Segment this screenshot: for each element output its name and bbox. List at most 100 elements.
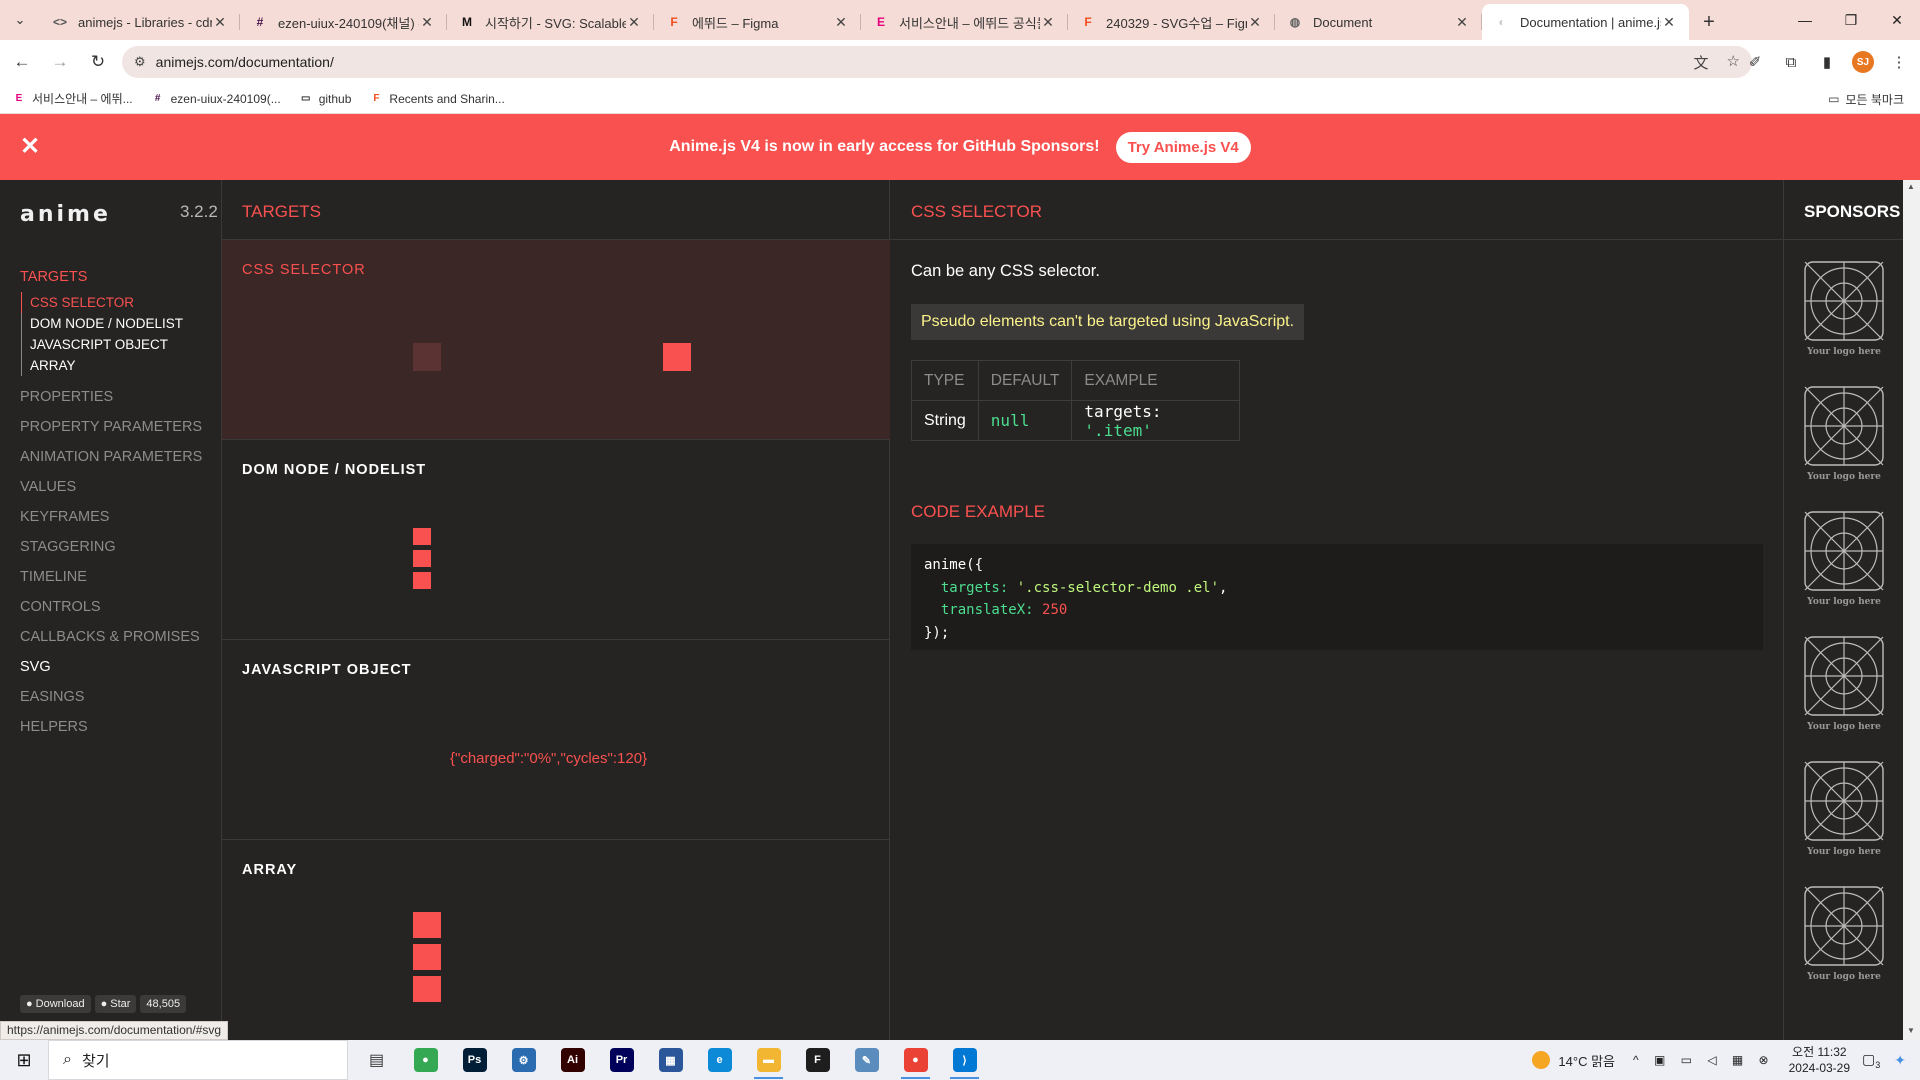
nav-subitem-css-selector[interactable]: CSS SELECTOR [21,292,220,313]
nav-section-svg[interactable]: SVG [20,652,220,682]
nav-section-callbacks-promises[interactable]: CALLBACKS & PROMISES [20,622,220,652]
close-icon[interactable]: ✕ [1040,14,1056,31]
bookmark-item[interactable]: E 서비스안내 – 에뛰... [12,90,133,107]
sponsor-slot[interactable]: Your logo here [1804,386,1884,482]
reload-button[interactable]: ↻ [82,46,114,78]
browser-tab[interactable]: F 에뛰드 – Figma ✕ [654,4,861,40]
tab-title: Document [1313,14,1373,30]
nav-section-helpers[interactable]: HELPERS [20,712,220,742]
close-icon[interactable]: ✕ [212,14,228,31]
taskbar-app[interactable]: F [793,1040,842,1080]
browser-tab[interactable]: # ezen-uiux-240109(채널) - Slack✕ [240,4,447,40]
demo-array[interactable]: ARRAY [222,840,890,1040]
start-button[interactable]: ⊞ [0,1040,48,1080]
site-info-icon[interactable]: ⚙ [134,54,146,70]
browser-tab[interactable]: ◐ Documentation | anime.js ✕ [1482,4,1689,40]
nav-section-easings[interactable]: EASINGS [20,682,220,712]
extension-draw-icon[interactable]: ✐ [1744,53,1766,71]
all-bookmarks-button[interactable]: ▭ 모든 북마크 [1828,84,1904,114]
close-icon[interactable]: ✕ [1454,14,1470,31]
back-button[interactable]: ← [6,46,38,78]
tab-search-button[interactable]: ⌄ [0,0,40,40]
taskbar-app[interactable]: e [695,1040,744,1080]
minimize-icon: — [1798,12,1812,28]
close-icon[interactable]: ✕ [1661,14,1677,31]
scroll-down-icon[interactable]: ▼ [1907,1026,1915,1035]
nav-subitem-array[interactable]: ARRAY [21,355,220,376]
browser-tab[interactable]: F 240329 - SVG수업 – Figma✕ [1068,4,1275,40]
nav-section-properties[interactable]: PROPERTIES [20,382,220,412]
task-view-button[interactable]: ▤ [352,1040,401,1080]
anime-logo[interactable]: anime [20,202,111,227]
taskbar-app[interactable]: ▬ [744,1040,793,1080]
weather-widget[interactable]: 14°C 맑음 [1532,1051,1615,1070]
taskbar-app[interactable]: ● [891,1040,940,1080]
taskbar-app[interactable]: ● [401,1040,450,1080]
download-button[interactable]: ● Download [20,995,91,1013]
bookmark-item[interactable]: ▭ github [299,92,351,106]
copilot-icon[interactable]: ✦ [1894,1052,1906,1069]
browser-tab[interactable]: E 서비스안내 – 에뛰드 공식몰 ✕ [861,4,1068,40]
tray-icons[interactable]: ^ ▣ ▭ ◁ ▦ ⊗ [1633,1053,1775,1067]
url-text[interactable]: animejs.com/documentation/ [156,54,334,70]
nav-subitem-dom-node-nodelist[interactable]: DOM NODE / NODELIST [21,313,220,334]
omnibox[interactable]: ⚙ animejs.com/documentation/ 文 ☆ [122,46,1752,78]
translate-icon[interactable]: 文 [1694,52,1709,73]
close-icon[interactable]: ✕ [419,14,435,31]
sponsor-slot[interactable]: Your logo here [1804,886,1884,982]
demo-dom-node[interactable]: DOM NODE / NODELIST [222,440,890,640]
new-tab-button[interactable]: + [1689,4,1729,40]
taskbar-app[interactable]: ▦ [646,1040,695,1080]
sponsor-slot[interactable]: Your logo here [1804,636,1884,732]
extensions-icon[interactable]: ⧉ [1780,54,1802,71]
sponsor-slot[interactable]: Your logo here [1804,761,1884,857]
demo-square [413,528,431,545]
browser-tab[interactable]: M 시작하기 - SVG: Scalable Vector✕ [447,4,654,40]
clock[interactable]: 오전 11:32 2024-03-29 [1789,1044,1850,1076]
taskbar-app[interactable]: ✎ [842,1040,891,1080]
taskbar-app[interactable]: Pr [597,1040,646,1080]
nav-section-values[interactable]: VALUES [20,472,220,502]
nav-section-controls[interactable]: CONTROLS [20,592,220,622]
bookmark-item[interactable]: F Recents and Sharin... [369,92,504,106]
scrollbar[interactable]: ▲ ▼ [1903,180,1920,1040]
close-icon[interactable]: ✕ [626,14,642,31]
sponsor-slot[interactable]: Your logo here [1804,511,1884,607]
star-count[interactable]: 48,505 [140,995,187,1013]
nav-section-animation-parameters[interactable]: ANIMATION PARAMETERS [20,442,220,472]
close-icon[interactable]: ✕ [833,14,849,31]
demo-css-selector[interactable]: CSS SELECTOR [222,240,890,440]
browser-tab[interactable]: <> animejs - Libraries - cdnjs ✕ [40,4,240,40]
star-button[interactable]: ● Star [94,995,137,1013]
code-block[interactable]: anime({ targets: '.css-selector-demo .el… [911,544,1763,650]
nav-section-property-parameters[interactable]: PROPERTY PARAMETERS [20,412,220,442]
side-panel-icon[interactable]: ▮ [1816,53,1838,71]
close-icon[interactable]: ✕ [1247,14,1263,31]
bookmark-item[interactable]: # ezen-uiux-240109(... [151,92,281,106]
taskbar-app[interactable]: Ps [450,1040,499,1080]
restore-button[interactable]: ❐ [1828,0,1874,40]
nav-section-staggering[interactable]: STAGGERING [20,532,220,562]
close-window-button[interactable]: ✕ [1874,0,1920,40]
scroll-up-icon[interactable]: ▲ [1907,182,1915,191]
nav-section-keyframes[interactable]: KEYFRAMES [20,502,220,532]
taskbar-app[interactable]: Ai [548,1040,597,1080]
taskbar-search[interactable]: ⌕ 찾기 [48,1040,348,1080]
taskbar-app[interactable]: ⟩ [940,1040,989,1080]
taskbar-app[interactable]: ⚙ [499,1040,548,1080]
browser-tab[interactable]: ◍ Document ✕ [1275,4,1482,40]
nav-subitem-javascript-object[interactable]: JAVASCRIPT OBJECT [21,334,220,355]
nav-section-timeline[interactable]: TIMELINE [20,562,220,592]
forward-button[interactable]: → [44,46,76,78]
menu-icon[interactable]: ⋮ [1888,53,1910,71]
demos-section-title: TARGETS [242,202,322,221]
notification-icon[interactable]: ▢3 [1862,1051,1880,1070]
minimize-button[interactable]: — [1782,0,1828,40]
sponsor-slot[interactable]: Your logo here [1804,261,1884,357]
avatar[interactable]: SJ [1852,51,1874,73]
try-v4-button[interactable]: Try Anime.js V4 [1115,131,1251,163]
demo-javascript-object[interactable]: JAVASCRIPT OBJECT {"charged":"0%","cycle… [222,640,890,840]
bookmark-star-icon[interactable]: ☆ [1727,52,1740,73]
close-icon[interactable]: ✕ [20,132,40,161]
nav-section-targets[interactable]: TARGETS [20,262,220,292]
